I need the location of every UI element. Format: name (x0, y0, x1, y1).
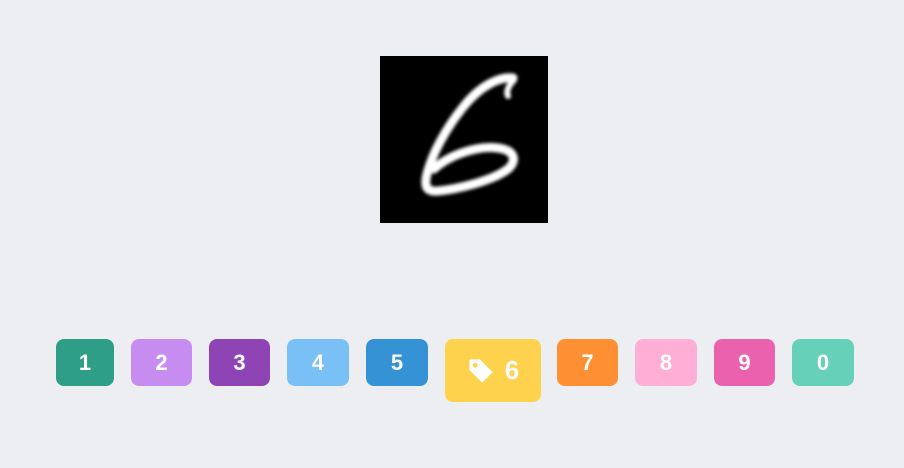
label-button-text: 5 (390, 349, 404, 375)
label-button-9[interactable]: 9 (714, 339, 775, 386)
label-button-text: 9 (738, 349, 751, 375)
label-button-7[interactable]: 7 (557, 339, 618, 386)
label-button-text: 7 (581, 349, 594, 375)
tag-icon (467, 357, 495, 385)
label-button-3[interactable]: 3 (209, 339, 270, 386)
label-button-1[interactable]: 1 (56, 339, 114, 386)
digit-image (380, 56, 548, 223)
label-button-text: 1 (78, 349, 92, 375)
label-button-text: 4 (311, 349, 325, 375)
label-button-text: 0 (816, 349, 830, 375)
label-button-2[interactable]: 2 (131, 339, 192, 386)
label-button-text: 6 (504, 355, 520, 385)
label-button-5[interactable]: 5 (366, 339, 428, 386)
label-button-text: 3 (233, 349, 246, 375)
label-button-4[interactable]: 4 (287, 339, 349, 386)
handwritten-six-glyph (421, 73, 518, 196)
label-button-8[interactable]: 8 (635, 339, 697, 386)
label-button-text: 8 (659, 349, 673, 375)
label-button-0[interactable]: 0 (792, 339, 854, 386)
label-button-6[interactable]: 6 (445, 339, 541, 402)
label-button-text: 2 (155, 349, 168, 375)
